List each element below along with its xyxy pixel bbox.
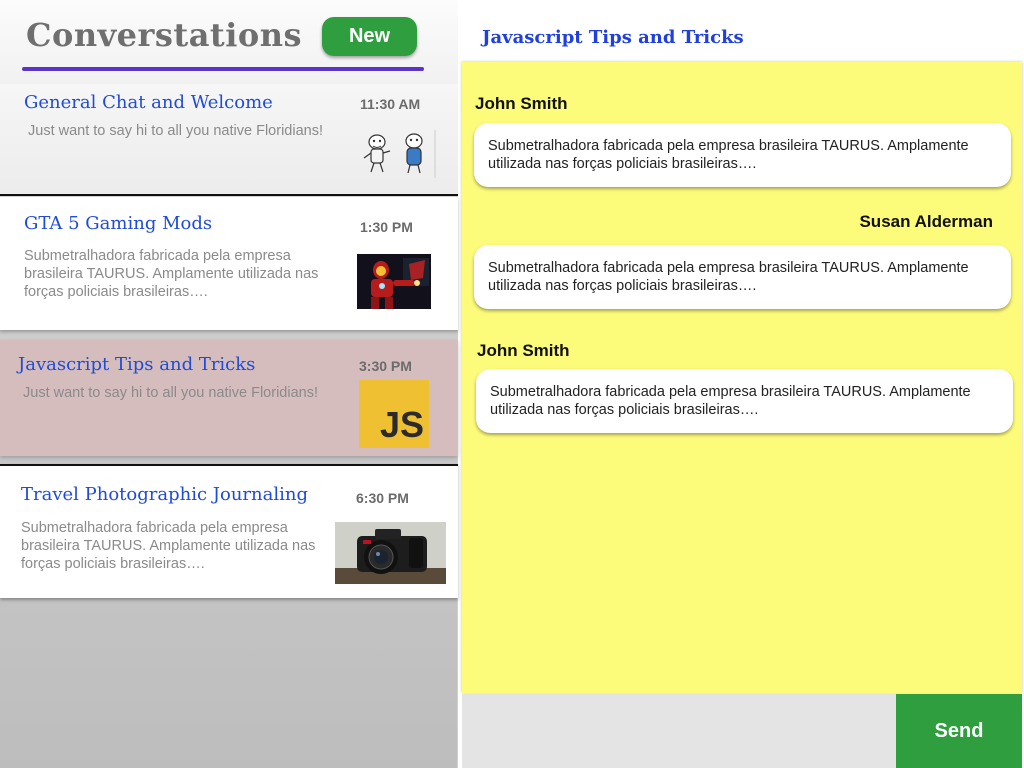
conversation-title: General Chat and Welcome xyxy=(24,92,273,113)
conversation-list-pane: Converstations New General Chat and Welc… xyxy=(0,0,458,768)
js-logo-thumbnail: JS xyxy=(359,380,429,448)
conversation-snippet: Just want to say hi to all you native Fl… xyxy=(28,123,323,139)
conversation-list-header: Converstations New xyxy=(0,0,458,84)
conversation-list-title: Converstations xyxy=(26,16,302,54)
conversation-time: 1:30 PM xyxy=(360,219,413,235)
conversation-time: 6:30 PM xyxy=(356,490,409,506)
send-button[interactable]: Send xyxy=(896,694,1022,768)
message-bubble: Submetralhadora fabricada pela empresa b… xyxy=(476,369,1013,433)
message-bubble: Submetralhadora fabricada pela empresa b… xyxy=(474,123,1011,187)
dslr-camera-thumbnail xyxy=(335,522,446,584)
message-sender: Susan Alderman xyxy=(859,212,993,231)
message-sender: John Smith xyxy=(477,341,570,360)
conversation-title: Travel Photographic Journaling xyxy=(21,484,308,505)
conversation-time: 3:30 PM xyxy=(359,358,412,374)
conversation-snippet: Submetralhadora fabricada pela empresa b… xyxy=(24,248,319,300)
chat-title: Javascript Tips and Tricks xyxy=(482,27,744,48)
conversation-item-travel-photo[interactable]: Travel Photographic Journaling 6:30 PM S… xyxy=(0,464,458,598)
message-compose-input[interactable] xyxy=(462,694,896,768)
new-conversation-button[interactable]: New xyxy=(322,17,417,56)
cartoon-characters-thumbnail xyxy=(358,130,436,178)
message-thread: John Smith Submetralhadora fabricada pel… xyxy=(462,62,1022,693)
conversation-item-general-chat[interactable]: General Chat and Welcome 11:30 AM Just w… xyxy=(0,84,458,196)
conversation-snippet: Submetralhadora fabricada pela empresa b… xyxy=(21,520,316,572)
conversation-item-javascript-tips[interactable]: Javascript Tips and Tricks 3:30 PM Just … xyxy=(0,340,458,456)
conversation-time: 11:30 AM xyxy=(360,96,421,112)
conversation-title: GTA 5 Gaming Mods xyxy=(24,213,213,234)
message-sender: John Smith xyxy=(475,94,568,113)
js-logo-text: JS xyxy=(379,404,424,445)
conversation-item-gta-mods[interactable]: GTA 5 Gaming Mods 1:30 PM Submetralhador… xyxy=(0,197,458,330)
conversation-title: Javascript Tips and Tricks xyxy=(18,354,256,375)
title-underline xyxy=(22,67,424,71)
iron-man-game-thumbnail xyxy=(357,254,431,309)
message-bubble: Submetralhadora fabricada pela empresa b… xyxy=(474,245,1011,309)
conversation-snippet: Just want to say hi to all you native Fl… xyxy=(23,385,318,401)
